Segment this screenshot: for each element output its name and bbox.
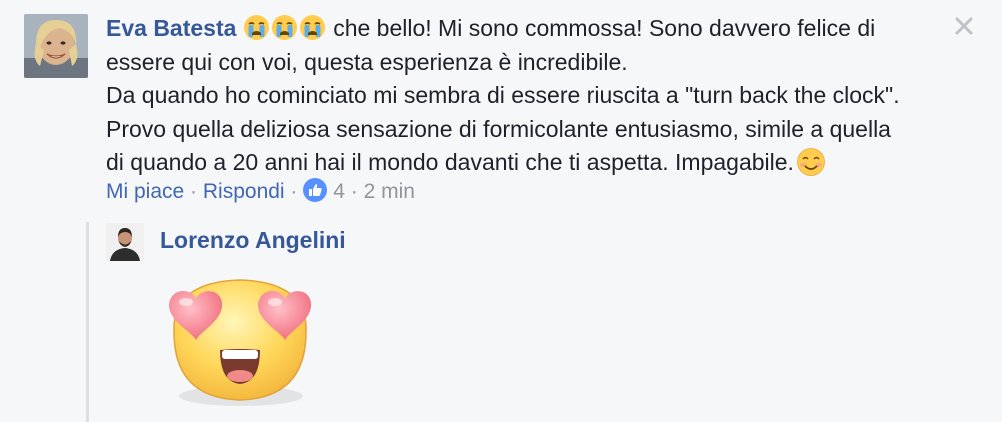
heart-eyes-emoji-icon	[164, 270, 314, 410]
comment-line-1: Eva Batesta che bello! Mi sono commossa!…	[106, 12, 952, 46]
crying-face-icon	[243, 14, 270, 41]
reply-button[interactable]: Rispondi	[203, 180, 285, 203]
action-separator: ·	[284, 180, 304, 203]
avatar-lorenzo-angelini[interactable]	[106, 223, 144, 261]
comment-timestamp[interactable]: 2 min	[364, 180, 415, 203]
comment-container: Eva Batesta che bello! Mi sono commossa!…	[0, 0, 1002, 422]
comment-text-line-2: essere qui con voi, questa esperienza è …	[106, 48, 628, 75]
smiling-face-icon	[796, 147, 826, 177]
reply-thread-line	[86, 222, 89, 422]
close-icon[interactable]	[953, 15, 975, 37]
comment-actions: Mi piace · Rispondi · 4 · 2 min	[106, 177, 415, 207]
like-icon[interactable]	[303, 178, 328, 202]
comment-body: Eva Batesta che bello! Mi sono commossa!…	[106, 12, 952, 180]
like-count[interactable]: 4	[333, 180, 345, 203]
comment-text-line-3: Da quando ho cominciato mi sembra di ess…	[106, 82, 900, 108]
action-separator: ·	[344, 180, 364, 203]
comment-author-link[interactable]: Eva Batesta	[106, 15, 236, 41]
crying-face-icon	[299, 14, 326, 41]
like-button[interactable]: Mi piace	[106, 180, 184, 203]
comment-text-line-5: di quando a 20 anni hai il mondo davanti…	[106, 149, 794, 175]
comment-line-5: di quando a 20 anni hai il mondo davanti…	[106, 146, 952, 180]
comment-text-line-4: Provo quella deliziosa sensazione di for…	[106, 115, 891, 142]
reply-author-link[interactable]: Lorenzo Angelini	[160, 224, 346, 256]
crying-face-icon	[271, 14, 298, 41]
comment-text-line-1: che bello! Mi sono commossa! Sono davver…	[326, 15, 876, 41]
action-separator: ·	[184, 180, 203, 203]
avatar-eva-batesta[interactable]	[24, 14, 88, 78]
